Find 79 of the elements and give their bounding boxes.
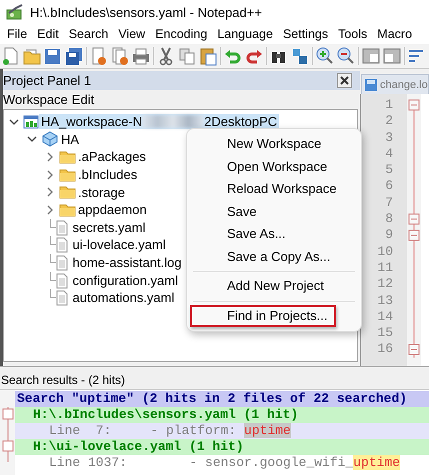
tree-folder-name[interactable]: .storage <box>76 184 127 200</box>
panel-title: Project Panel 1 <box>3 73 92 88</box>
close-icon[interactable] <box>337 73 352 88</box>
menu-item[interactable]: Tools <box>333 27 372 41</box>
line-number: 14 <box>376 308 393 326</box>
line-number: 9 <box>384 227 393 244</box>
window-icon[interactable] <box>361 46 381 66</box>
save-icon <box>364 78 378 92</box>
window-title: H:\.bIncludes\sensors.yaml - Notepad++ <box>30 4 262 20</box>
menu-item[interactable]: Macro <box>372 27 418 41</box>
print-icon[interactable] <box>131 46 151 66</box>
line-number: 6 <box>384 178 393 195</box>
line-number: 2 <box>384 113 393 130</box>
line-number: 8 <box>384 211 393 228</box>
file-icon <box>50 272 70 289</box>
line-number: 4 <box>384 146 393 162</box>
zoom-in-icon[interactable] <box>315 46 335 66</box>
result-line[interactable]: Line 1037: - sensor.google_wifi_uptime <box>15 455 429 471</box>
file-tab[interactable]: change.lo <box>361 74 429 94</box>
tree-project-name[interactable]: HA <box>59 132 82 147</box>
menu-item[interactable]: Edit <box>32 27 64 41</box>
tree-file-name[interactable]: automations.yaml <box>70 290 176 306</box>
tree-file-name[interactable]: ui-lovelace.yaml <box>70 237 168 252</box>
copy-icon[interactable] <box>177 46 197 66</box>
menu-item[interactable]: Encoding <box>150 27 212 41</box>
replace-icon[interactable] <box>290 46 310 66</box>
line-number: 3 <box>384 130 393 146</box>
menu-item[interactable]: Add New Project <box>193 275 355 298</box>
window-icon[interactable] <box>382 46 402 66</box>
menu-item[interactable]: Save As... <box>193 223 355 246</box>
menu-item[interactable]: View <box>113 27 150 41</box>
folder-icon <box>59 150 76 164</box>
zoom-out-icon[interactable] <box>336 46 356 66</box>
file-icon <box>50 289 70 306</box>
cube-icon <box>41 131 59 148</box>
menu-item[interactable]: File <box>2 27 32 41</box>
folder-icon <box>59 185 76 200</box>
tree-file-name[interactable]: configuration.yaml <box>70 272 180 288</box>
line-number: 5 <box>384 162 393 178</box>
result-file[interactable]: H:\ui-lovelace.yaml (1 hit) <box>15 439 429 455</box>
menu-item[interactable]: Settings <box>278 27 334 41</box>
menu-item[interactable]: Edit <box>72 92 94 107</box>
panel-title: Search results - (2 hits) <box>0 372 126 389</box>
tree-folder-name[interactable]: .bIncludes <box>76 167 140 182</box>
menu-item[interactable]: Workspace <box>3 92 68 107</box>
file-icon <box>50 254 70 272</box>
menu-item[interactable]: Find in Projects... <box>190 304 336 327</box>
line-number: 11 <box>376 260 393 276</box>
app-icon <box>6 4 24 20</box>
folder-icon <box>59 168 76 182</box>
folder-icon <box>59 202 76 217</box>
save-all-icon[interactable] <box>64 46 84 66</box>
line-number: 1 <box>384 97 393 114</box>
menu-item[interactable]: Save a Copy As... <box>193 246 355 268</box>
line-number: 7 <box>384 194 393 212</box>
line-number: 12 <box>376 276 393 293</box>
workspace-icon <box>23 114 39 129</box>
tree-file-name[interactable]: home-assistant.log <box>70 255 184 270</box>
line-number: 13 <box>376 292 393 309</box>
line-number: 10 <box>376 244 393 260</box>
result-file[interactable]: H:\.bIncludes\sensors.yaml (1 hit) <box>15 407 429 423</box>
tree-folder-name[interactable]: appdaemon <box>76 202 149 218</box>
file-icon <box>50 218 70 236</box>
line-number: 16 <box>376 341 393 358</box>
menu-item[interactable]: Reload Workspace <box>193 178 355 200</box>
file-icon <box>50 236 70 254</box>
menu-item[interactable]: New Workspace <box>193 133 355 156</box>
menu-item[interactable]: Save <box>193 200 355 223</box>
line-number: 15 <box>376 325 393 342</box>
paste-icon[interactable] <box>198 46 218 66</box>
menu-item[interactable]: Search <box>64 27 114 41</box>
menu-item[interactable]: Open Workspace <box>193 156 355 178</box>
search-summary: Search "uptime" (2 hits in 2 files of 22 searched) <box>15 391 429 407</box>
close-all-icon[interactable] <box>110 46 130 66</box>
menu-item[interactable]: Language <box>212 27 278 41</box>
workspace-name[interactable]: HA_workspace-N 2DesktopPC <box>39 114 280 130</box>
tree-file-name[interactable]: secrets.yaml <box>70 220 148 235</box>
tree-folder-name[interactable]: .aPackages <box>76 149 148 164</box>
save-icon[interactable] <box>43 46 63 66</box>
